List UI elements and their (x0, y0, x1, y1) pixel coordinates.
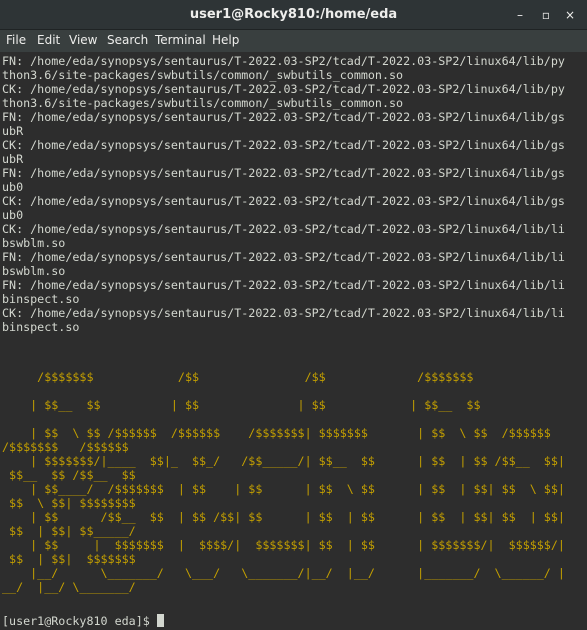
menu-bar: File Edit View Search Terminal Help (0, 30, 587, 52)
terminal-window: user1@Rocky810:/home/eda – ▫ × File Edit… (0, 0, 587, 630)
output-line: binspect.so (2, 320, 80, 334)
minimize-button[interactable]: – (511, 6, 529, 24)
output-line: CK: /home/eda/synopsys/sentaurus/T-2022.… (2, 306, 565, 320)
output-line: thon3.6/site-packages/swbutils/common/_s… (2, 68, 404, 82)
menu-view[interactable]: View (69, 33, 97, 47)
maximize-button[interactable]: ▫ (537, 6, 555, 24)
banner-line: __/ |__/ \_______/ (2, 580, 136, 594)
output-line: FN: /home/eda/synopsys/sentaurus/T-2022.… (2, 54, 565, 68)
output-line: CK: /home/eda/synopsys/sentaurus/T-2022.… (2, 194, 565, 208)
title-bar[interactable]: user1@Rocky810:/home/eda – ▫ × (0, 0, 587, 30)
output-line: CK: /home/eda/synopsys/sentaurus/T-2022.… (2, 82, 565, 96)
banner-line: $$ \ $$| $$$$$$$$ (2, 496, 136, 510)
output-line: FN: /home/eda/synopsys/sentaurus/T-2022.… (2, 278, 565, 292)
output-line: FN: /home/eda/synopsys/sentaurus/T-2022.… (2, 250, 565, 264)
output-line: FN: /home/eda/synopsys/sentaurus/T-2022.… (2, 166, 565, 180)
banner-line: $$ | $$| $$$$$$$ (2, 552, 136, 566)
output-line: thon3.6/site-packages/swbutils/common/_s… (2, 96, 404, 110)
banner-line: | $$ \ $$ /$$$$$$ /$$$$$$ /$$$$$$$| $$$$… (2, 426, 551, 440)
menu-search[interactable]: Search (107, 33, 148, 47)
shell-prompt[interactable]: [user1@Rocky810 eda]$ (2, 614, 164, 628)
prompt-text: [user1@Rocky810 eda]$ (2, 614, 157, 628)
output-line: CK: /home/eda/synopsys/sentaurus/T-2022.… (2, 138, 565, 152)
output-line: bswblm.so (2, 236, 66, 250)
banner-line: $$__ $$ /$$__ $$ (2, 468, 136, 482)
banner-line: /$$$$$$$ /$$$$$$ (2, 440, 129, 454)
banner-line: $$ | $$| $$_____/ (2, 524, 136, 538)
banner-line: | $$____/ /$$$$$$$ | $$ | $$ | $$ \ $$ |… (2, 482, 565, 496)
output-line: CK: /home/eda/synopsys/sentaurus/T-2022.… (2, 222, 565, 236)
window-title: user1@Rocky810:/home/eda (189, 7, 398, 22)
text-cursor (156, 614, 164, 627)
menu-terminal[interactable]: Terminal (155, 33, 206, 47)
output-line: binspect.so (2, 292, 80, 306)
banner-line: | $$ /$$__ $$ | $$ /$$| $$ | $$ | $$ | $… (2, 510, 565, 524)
output-line: ubR (2, 124, 24, 138)
output-line: ub0 (2, 208, 24, 222)
banner-line: | $$__ $$ | $$ | $$ | $$__ $$ (2, 398, 481, 412)
banner-line: | $$ | $$$$$$$ | $$$$/| $$$$$$$| $$ | $$… (2, 538, 565, 552)
terminal-output[interactable]: FN: /home/eda/synopsys/sentaurus/T-2022.… (0, 52, 587, 630)
close-button[interactable]: × (561, 6, 579, 24)
banner-line: /$$$$$$$ /$$ /$$ /$$$$$$$ (2, 370, 474, 384)
menu-edit[interactable]: Edit (37, 33, 60, 47)
banner-line: | $$$$$$$/|____ $$|_ $$_/ /$$_____/| $$_… (2, 454, 565, 468)
output-line: ubR (2, 152, 24, 166)
menu-file[interactable]: File (6, 33, 26, 47)
menu-help[interactable]: Help (212, 33, 239, 47)
banner-line: |__/ \_______/ \___/ \_______/|__/ |__/ … (2, 566, 565, 580)
output-line: bswblm.so (2, 264, 66, 278)
output-line: ub0 (2, 180, 24, 194)
output-line: FN: /home/eda/synopsys/sentaurus/T-2022.… (2, 110, 565, 124)
